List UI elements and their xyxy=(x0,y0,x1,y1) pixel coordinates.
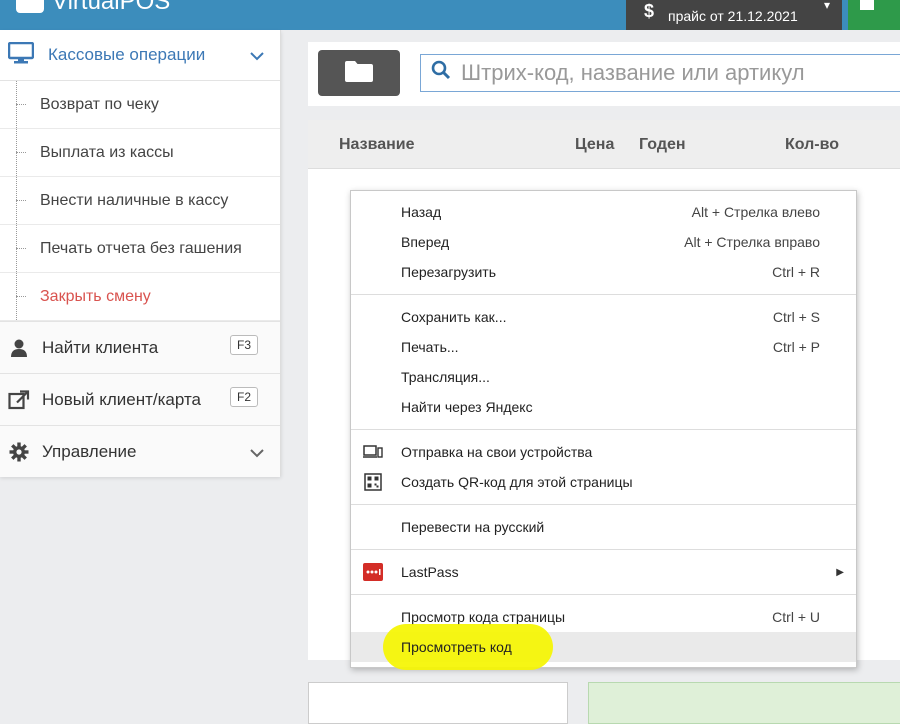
monitor-icon xyxy=(7,41,35,69)
sidebar-item-new-client[interactable]: Новый клиент/карта F2 xyxy=(0,373,280,425)
shortcut-badge: F2 xyxy=(229,387,258,407)
search-icon xyxy=(431,60,451,86)
column-header-price[interactable]: Цена xyxy=(575,136,614,154)
green-action-button[interactable] xyxy=(848,0,900,30)
bottom-left-panel xyxy=(308,682,568,724)
external-link-icon xyxy=(8,389,30,410)
sidebar-item-label: Выплата из кассы xyxy=(40,143,174,161)
table-header: Название Цена Годен Кол-во xyxy=(308,120,900,169)
app-logo-icon xyxy=(16,0,44,13)
sidebar-item-management[interactable]: Управление xyxy=(0,425,280,477)
menu-item-label: LastPass xyxy=(401,564,459,580)
menu-separator xyxy=(351,594,856,595)
menu-item-shortcut: Ctrl + S xyxy=(772,309,820,325)
menu-separator xyxy=(351,549,856,550)
menu-item-label: Сохранить как... xyxy=(401,309,507,325)
menu-item-reload[interactable]: Перезагрузить Ctrl + R xyxy=(351,257,856,287)
qr-code-icon xyxy=(362,473,384,491)
price-list-dropdown[interactable]: $ прайс от 21.12.2021 ▾ xyxy=(626,0,842,30)
menu-item-lastpass[interactable]: LastPass ▶ xyxy=(351,557,856,587)
column-header-expiry[interactable]: Годен xyxy=(639,136,686,154)
sidebar-item-label: Внести наличные в кассу xyxy=(40,191,229,209)
menu-item-back[interactable]: Назад Alt + Стрелка влево xyxy=(351,197,856,227)
menu-item-label: Отправка на свои устройства xyxy=(401,444,593,460)
menu-item-print[interactable]: Печать... Ctrl + P xyxy=(351,332,856,362)
sidebar-item-label: Печать отчета без гашения xyxy=(40,239,242,257)
menu-item-shortcut: Alt + Стрелка влево xyxy=(691,204,820,220)
menu-item-label: Перевести на русский xyxy=(401,519,545,535)
menu-item-inspect[interactable]: Просмотреть код xyxy=(351,624,856,670)
menu-item-label: Трансляция... xyxy=(401,369,490,385)
sidebar-item-cash-deposit[interactable]: Внести наличные в кассу xyxy=(0,177,280,225)
sidebar-item-close-shift[interactable]: Закрыть смену xyxy=(0,273,280,321)
menu-item-shortcut: Ctrl + R xyxy=(772,264,820,280)
search-panel: Штрих-код, название или артикул xyxy=(308,42,900,106)
sidebar-item-label: Управление xyxy=(42,441,137,461)
bottom-right-panel xyxy=(588,682,900,724)
menu-item-label: Назад xyxy=(401,204,442,220)
menu-item-label: Создать QR-код для этой страницы xyxy=(401,474,633,490)
chevron-down-icon xyxy=(250,443,264,463)
menu-item-save-as[interactable]: Сохранить как... Ctrl + S xyxy=(351,302,856,332)
price-list-label: прайс от 21.12.2021 xyxy=(668,8,798,24)
lastpass-icon xyxy=(362,563,384,581)
menu-item-shortcut: Alt + Стрелка вправо xyxy=(684,234,820,250)
sidebar-item-cash-payout[interactable]: Выплата из кассы xyxy=(0,129,280,177)
square-icon xyxy=(860,0,874,10)
menu-item-shortcut: Ctrl + P xyxy=(772,339,820,355)
menu-item-send-to-devices[interactable]: Отправка на свои устройства xyxy=(351,437,856,467)
context-menu: Назад Alt + Стрелка влево Вперед Alt + С… xyxy=(350,190,857,670)
menu-item-create-qr[interactable]: Создать QR-код для этой страницы xyxy=(351,467,856,497)
sidebar-section-cash-operations[interactable]: Кассовые операции xyxy=(0,30,280,81)
menu-separator xyxy=(351,504,856,505)
sidebar-item-print-x-report[interactable]: Печать отчета без гашения xyxy=(0,225,280,273)
top-bar: VirtualPOS $ прайс от 21.12.2021 ▾ xyxy=(0,0,900,30)
app-brand[interactable]: VirtualPOS xyxy=(16,0,170,16)
devices-icon xyxy=(362,443,384,461)
menu-separator xyxy=(351,294,856,295)
menu-item-cast[interactable]: Трансляция... xyxy=(351,362,856,392)
menu-item-label: Печать... xyxy=(401,339,459,355)
menu-item-label: Просмотр кода страницы xyxy=(401,609,566,625)
dollar-icon: $ xyxy=(644,0,655,21)
sidebar-item-label: Закрыть смену xyxy=(40,287,151,305)
menu-separator xyxy=(351,429,856,430)
sidebar-item-label: Возврат по чеку xyxy=(40,95,159,113)
menu-item-label: Вперед xyxy=(401,234,450,250)
shortcut-badge: F3 xyxy=(229,335,258,355)
search-input[interactable]: Штрих-код, название или артикул xyxy=(420,54,900,92)
open-catalog-button[interactable] xyxy=(318,50,400,96)
search-placeholder: Штрих-код, название или артикул xyxy=(461,60,805,85)
user-icon xyxy=(8,338,30,358)
menu-item-translate[interactable]: Перевести на русский xyxy=(351,512,856,542)
sidebar-item-label: Новый клиент/карта xyxy=(42,389,201,409)
menu-item-search-yandex[interactable]: Найти через Яндекс xyxy=(351,392,856,422)
submenu-arrow-icon: ▶ xyxy=(836,566,844,578)
caret-down-icon: ▾ xyxy=(823,0,830,12)
folder-icon xyxy=(344,59,374,88)
menu-item-label: Просмотреть код xyxy=(401,639,512,655)
column-header-quantity[interactable]: Кол-во xyxy=(785,136,839,154)
column-header-name[interactable]: Название xyxy=(339,136,415,154)
sidebar: Кассовые операции Возврат по чеку Выплат… xyxy=(0,30,281,477)
sidebar-item-find-client[interactable]: Найти клиента F3 xyxy=(0,321,280,373)
menu-item-label: Перезагрузить xyxy=(401,264,496,280)
app-title: VirtualPOS xyxy=(52,0,171,15)
menu-item-shortcut: Ctrl + U xyxy=(772,609,820,625)
sidebar-item-label: Найти клиента xyxy=(42,337,159,357)
sidebar-item-return-by-receipt[interactable]: Возврат по чеку xyxy=(0,81,280,129)
sidebar-section-label: Кассовые операции xyxy=(48,45,206,64)
menu-item-forward[interactable]: Вперед Alt + Стрелка вправо xyxy=(351,227,856,257)
gear-icon xyxy=(8,442,30,462)
menu-item-label: Найти через Яндекс xyxy=(401,399,533,415)
chevron-down-icon xyxy=(250,46,264,66)
